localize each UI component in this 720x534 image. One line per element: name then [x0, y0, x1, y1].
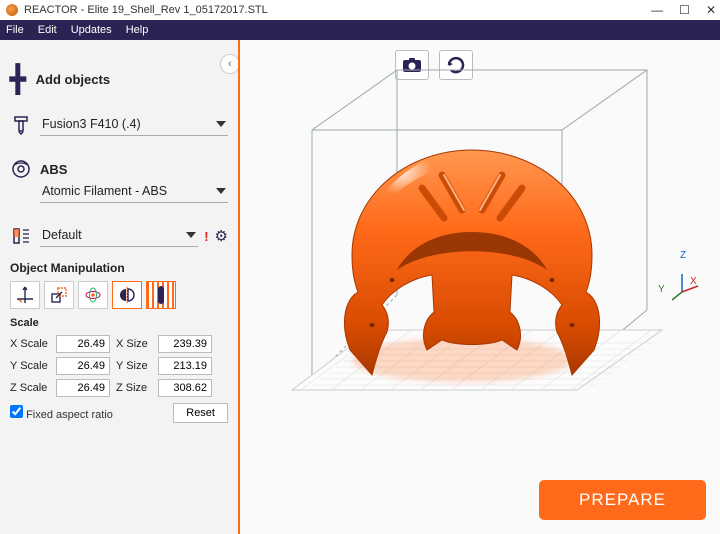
close-button[interactable]: ✕: [706, 3, 716, 17]
z-size-input[interactable]: [158, 379, 212, 397]
z-scale-label: Z Scale: [10, 382, 50, 394]
axis-gizmo[interactable]: Z X Y: [672, 270, 704, 305]
window-title: REACTOR - Elite 19_Shell_Rev 1_05172017.…: [24, 4, 651, 16]
x-scale-input[interactable]: [56, 335, 110, 353]
scale-title: Scale: [10, 317, 228, 329]
chevron-down-icon: [216, 188, 226, 194]
fixed-aspect-ratio-label: Fixed aspect ratio: [26, 409, 113, 421]
menu-file[interactable]: File: [6, 24, 24, 36]
x-size-input[interactable]: [158, 335, 212, 353]
sidebar: ‹ ╋ Add objects Fusion3 F410 (.4) ABS At: [0, 40, 240, 534]
object-manipulation-title: Object Manipulation: [10, 261, 228, 275]
z-size-label: Z Size: [116, 382, 152, 394]
axis-z-label: Z: [680, 250, 686, 261]
build-volume: [252, 45, 720, 534]
chevron-down-icon: [186, 232, 196, 238]
z-scale-input[interactable]: [56, 379, 110, 397]
material-select[interactable]: Atomic Filament - ABS: [40, 182, 228, 203]
chevron-down-icon: [216, 121, 226, 127]
collapse-sidebar-button[interactable]: ‹: [220, 54, 240, 74]
y-size-input[interactable]: [158, 357, 212, 375]
material-select-label: Atomic Filament - ABS: [42, 184, 216, 198]
app-icon: [6, 4, 18, 16]
warning-icon: !: [204, 229, 208, 244]
add-objects-button[interactable]: ╋ Add objects: [10, 66, 228, 92]
y-scale-input[interactable]: [56, 357, 110, 375]
viewport-3d[interactable]: Z X Y PREPARE: [240, 40, 720, 534]
menu-help[interactable]: Help: [126, 24, 149, 36]
tool-scale[interactable]: [44, 281, 74, 309]
add-objects-label: Add objects: [36, 72, 110, 87]
y-scale-label: Y Scale: [10, 360, 50, 372]
menu-edit[interactable]: Edit: [38, 24, 57, 36]
axis-y-label: Y: [658, 284, 665, 295]
printer-select-label: Fusion3 F410 (.4): [42, 117, 216, 131]
tool-move[interactable]: [10, 281, 40, 309]
maximize-button[interactable]: ☐: [679, 3, 690, 17]
printer-icon: [10, 114, 32, 136]
manipulation-tools: [10, 281, 228, 309]
minimize-button[interactable]: —: [651, 3, 663, 17]
prepare-button[interactable]: PREPARE: [539, 480, 706, 520]
menu-updates[interactable]: Updates: [71, 24, 112, 36]
fixed-aspect-ratio[interactable]: Fixed aspect ratio: [10, 405, 113, 421]
x-size-label: X Size: [116, 338, 152, 350]
tool-mirror[interactable]: [112, 281, 142, 309]
window-titlebar: REACTOR - Elite 19_Shell_Rev 1_05172017.…: [0, 0, 720, 20]
tool-rotate[interactable]: [78, 281, 108, 309]
settings-gear-icon[interactable]: ⚙: [215, 227, 228, 245]
profile-select[interactable]: Default: [40, 226, 198, 247]
y-size-label: Y Size: [116, 360, 152, 372]
plus-icon: ╋: [10, 66, 26, 92]
reset-button[interactable]: Reset: [173, 403, 228, 423]
x-scale-label: X Scale: [10, 338, 50, 350]
tool-support[interactable]: [146, 281, 176, 309]
menubar: File Edit Updates Help: [0, 20, 720, 40]
material-icon: [10, 158, 32, 180]
axis-x-label: X: [690, 276, 697, 287]
fixed-aspect-ratio-checkbox[interactable]: [10, 405, 23, 418]
profile-icon: [10, 225, 32, 247]
material-short-label: ABS: [40, 162, 67, 177]
profile-select-label: Default: [42, 228, 186, 242]
model-preview[interactable]: [332, 140, 612, 390]
printer-select[interactable]: Fusion3 F410 (.4): [40, 115, 228, 136]
